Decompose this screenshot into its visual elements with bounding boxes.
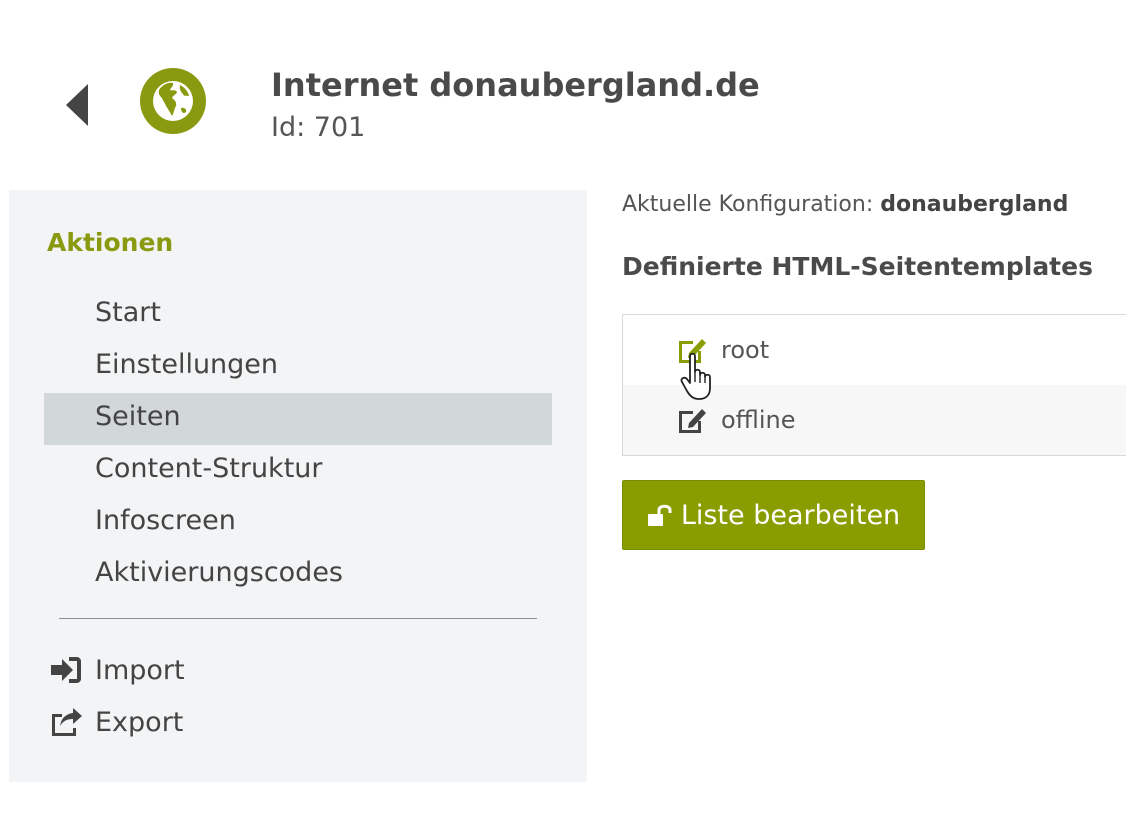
import-button[interactable]: Import: [49, 650, 185, 690]
globe-icon: [140, 68, 206, 134]
sidebar-menu: Start Einstellungen Seiten Content-Struk…: [44, 289, 552, 601]
template-row-root[interactable]: root: [623, 315, 1126, 385]
unlock-icon: [647, 504, 672, 526]
page-id: Id: 701: [271, 112, 366, 143]
sidebar-item-content-struktur[interactable]: Content-Struktur: [44, 445, 552, 497]
template-label-root: root: [721, 336, 770, 364]
page-title: Internet donaubergland.de: [271, 66, 760, 104]
template-list: root offline: [622, 314, 1126, 456]
sidebar-heading: Aktionen: [47, 228, 174, 257]
sidebar-item-einstellungen[interactable]: Einstellungen: [44, 341, 552, 393]
edit-icon[interactable]: [675, 405, 709, 435]
page: Internet donaubergland.de Id: 701 Aktion…: [0, 0, 1126, 838]
edit-icon[interactable]: [675, 335, 709, 365]
sidebar-divider: [59, 618, 537, 619]
section-title: Definierte HTML-Seitentemplates: [622, 252, 1093, 281]
template-label-offline: offline: [721, 406, 796, 434]
sidebar-item-infoscreen[interactable]: Infoscreen: [44, 497, 552, 549]
sidebar-item-start[interactable]: Start: [44, 289, 552, 341]
export-button[interactable]: Export: [49, 702, 183, 742]
sign-in-icon: [51, 657, 81, 683]
config-value: donaubergland: [880, 192, 1069, 217]
sidebar-item-seiten[interactable]: Seiten: [44, 393, 552, 445]
caret-left-icon[interactable]: [62, 82, 92, 128]
template-row-offline[interactable]: offline: [623, 385, 1126, 455]
share-square-icon: [52, 708, 82, 736]
current-config: Aktuelle Konfiguration: donaubergland: [622, 192, 1068, 217]
import-label: Import: [95, 654, 185, 686]
sidebar: Aktionen Start Einstellungen Seiten Cont…: [9, 190, 587, 782]
export-label: Export: [95, 706, 184, 738]
edit-list-button[interactable]: Liste bearbeiten: [622, 480, 925, 550]
sidebar-item-aktivierungscodes[interactable]: Aktivierungscodes: [44, 549, 552, 601]
edit-list-label: Liste bearbeiten: [680, 499, 901, 531]
config-label: Aktuelle Konfiguration:: [622, 192, 874, 217]
